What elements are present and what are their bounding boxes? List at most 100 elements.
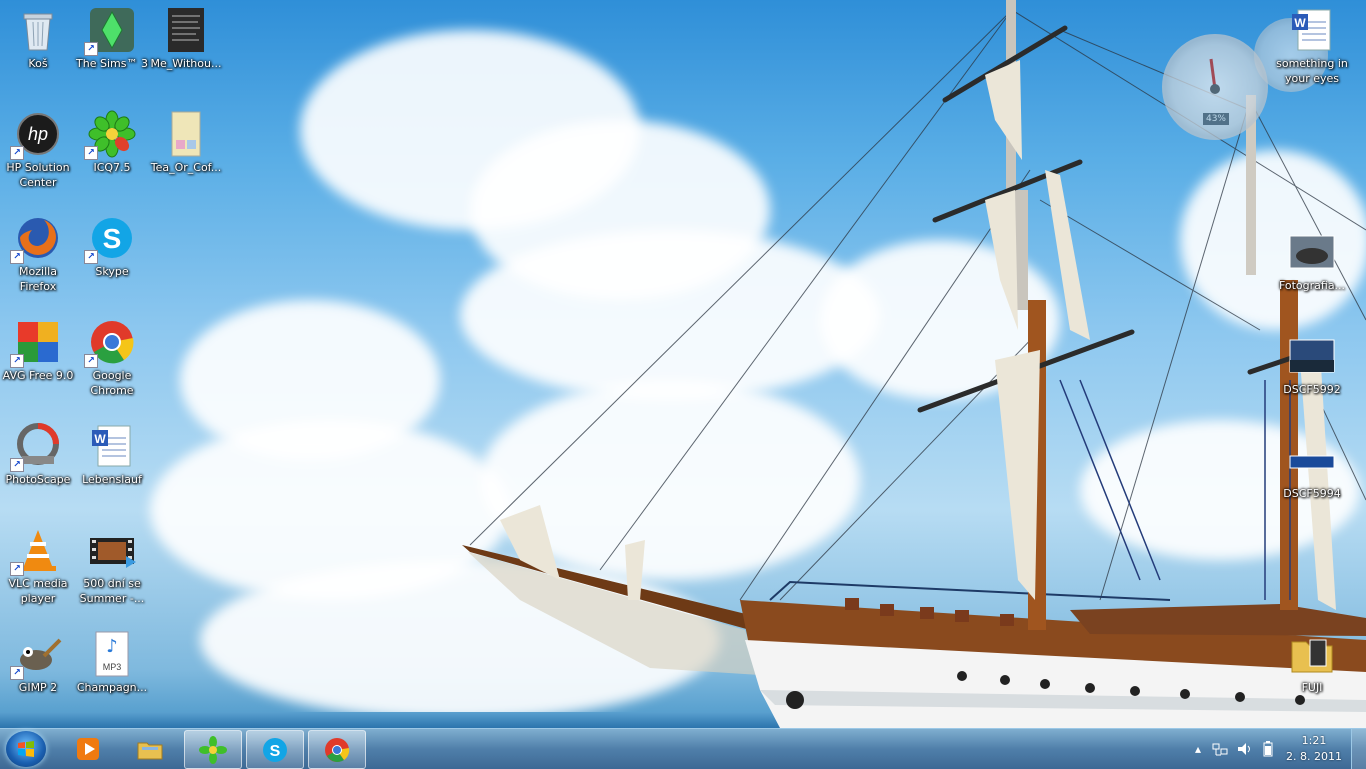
vlc-icon: ↗ [10,526,62,576]
svg-text:W: W [94,432,106,446]
desktop-icon-hp-solution-center[interactable]: hp ↗ HP Solution Center [0,104,76,204]
photoscape-icon: ↗ [10,422,62,472]
desktop-icon-icq[interactable]: ↗ ICQ7.5 [74,104,150,204]
desktop-icon-tea-or-coffee[interactable]: Tea_Or_Cof... [148,104,224,204]
shortcut-arrow-icon: ↗ [10,458,24,472]
desktop-icon-fotografia[interactable]: Fotografia... [1274,222,1350,322]
icon-label: DSCF5992 [1283,383,1341,396]
image-thumbnail-icon [162,110,210,158]
photo-thumbnail-icon [1288,332,1336,380]
icon-label: Google Chrome [90,369,134,397]
svg-text:hp: hp [28,124,48,144]
taskbar-media-player[interactable] [60,730,116,767]
icon-label: Mozilla Firefox [19,265,57,293]
word-document-icon: W [1288,6,1336,54]
video-file-icon [88,526,136,574]
chrome-icon [325,738,350,762]
word-document-icon: W [88,422,136,470]
system-clock[interactable]: 1:21 2. 8. 2011 [1286,733,1342,765]
gimp-icon: ↗ [10,630,62,680]
photo-thumbnail-icon [1288,228,1336,276]
shortcut-arrow-icon: ↗ [84,354,98,368]
desktop-icon-me-without[interactable]: Me_Withou... [148,0,224,100]
battery-icon[interactable] [1260,741,1276,757]
shortcut-arrow-icon: ↗ [10,562,24,576]
shortcut-arrow-icon: ↗ [84,146,98,160]
icon-label: 500 dní se Summer -... [79,577,145,605]
desktop-icon-recycle-bin[interactable]: Koš [0,0,76,100]
skype-icon: S [263,738,287,762]
icq-flower-icon: ↗ [84,110,136,160]
icon-label: Lebenslauf [82,473,142,486]
icon-label: Me_Withou... [150,57,222,70]
icon-label: Skype [95,265,129,278]
desktop-icon-google-chrome[interactable]: ↗ Google Chrome [74,312,150,412]
shortcut-arrow-icon: ↗ [10,354,24,368]
shortcut-arrow-icon: ↗ [10,146,24,160]
desktop-icon-avg-free[interactable]: ↗ AVG Free 9.0 [0,312,76,412]
skype-icon: S ↗ [84,214,136,264]
network-icon[interactable] [1212,741,1228,757]
mp3-file-icon: ♪ MP3 [88,630,136,678]
desktop-icon-vlc-media-player[interactable]: ↗ VLC media player [0,520,76,620]
clock-date: 2. 8. 2011 [1286,750,1342,763]
hp-icon: hp ↗ [10,110,62,160]
icon-label: ICQ7.5 [93,161,131,174]
shortcut-arrow-icon: ↗ [84,42,98,56]
system-tray: ▴ 1:21 2. 8. 2011 [1186,729,1366,769]
desktop-icon-dscf5992[interactable]: DSCF5992 [1274,326,1350,426]
icon-label: AVG Free 9.0 [2,369,74,382]
icon-label: PhotoScape [5,473,71,486]
icon-label: HP Solution Center [6,161,70,189]
firefox-icon: ↗ [10,214,62,264]
icon-label: Tea_Or_Cof... [150,161,222,174]
taskbar-icq[interactable] [184,730,242,769]
svg-text:S: S [270,743,281,760]
folder-library-icon [137,742,163,760]
folder-icon [1288,630,1336,678]
clock-time: 1:21 [1301,734,1327,747]
desktop-wallpaper[interactable]: 43% Koš ↗ The Sims™ 3 Me_Withou... hp ↗ … [0,0,1366,728]
desktop-icon-gimp[interactable]: ↗ GIMP 2 [0,624,76,724]
icq-flower-icon [199,736,227,764]
icon-label: VLC media player [8,577,68,605]
desktop-icon-skype[interactable]: S ↗ Skype [74,208,150,308]
taskbar-windows-explorer[interactable] [122,730,178,767]
windows-logo-icon [18,741,34,757]
desktop-icon-mozilla-firefox[interactable]: ↗ Mozilla Firefox [0,208,76,308]
icon-label: Koš [28,57,48,70]
svg-text:MP3: MP3 [103,662,122,672]
desktop-icon-lebenslauf[interactable]: W Lebenslauf [74,416,150,516]
icon-label: DSCF5994 [1283,487,1341,500]
icon-label: Champagn... [76,681,148,694]
desktop-icon-photoscape[interactable]: ↗ PhotoScape [0,416,76,516]
show-hidden-icons-arrow-icon[interactable]: ▴ [1190,741,1206,757]
icon-label: Fotografia... [1278,279,1346,292]
desktop-icon-the-sims-3[interactable]: ↗ The Sims™ 3 [74,0,150,100]
icon-label: The Sims™ 3 [76,57,148,70]
photo-thumbnail-icon [1288,436,1336,484]
desktop-icon-something-in-your-eyes[interactable]: W something in your eyes [1274,0,1350,100]
taskbar: S ▴ 1:21 2. 8. 2011 [0,728,1366,769]
sims-icon: ↗ [84,6,136,56]
volume-icon[interactable] [1236,741,1252,757]
desktop-icon-champagne-mp3[interactable]: ♪ MP3 Champagn... [74,624,150,724]
taskbar-google-chrome[interactable] [308,730,366,769]
desktop-icon-500-days-of-summer[interactable]: 500 dní se Summer -... [74,520,150,620]
desktop-icon-fuji-folder[interactable]: FUJI [1274,624,1350,724]
avg-icon: ↗ [10,318,62,368]
shortcut-arrow-icon: ↗ [10,250,24,264]
cpu-value: 43% [1203,113,1229,125]
cpu-meter-gadget[interactable]: 43% [1162,34,1268,140]
document-thumbnail-icon [162,6,210,54]
desktop-icon-dscf5994[interactable]: DSCF5994 [1274,430,1350,530]
svg-text:S: S [103,223,122,254]
icon-label: something in your eyes [1276,57,1348,85]
start-button[interactable] [6,731,46,767]
taskbar-skype[interactable]: S [246,730,304,769]
media-player-icon [77,738,99,760]
icon-label: FUJI [1301,681,1323,694]
recycle-bin-icon [14,6,62,54]
show-desktop-button[interactable] [1351,729,1366,769]
icon-label: GIMP 2 [18,681,58,694]
